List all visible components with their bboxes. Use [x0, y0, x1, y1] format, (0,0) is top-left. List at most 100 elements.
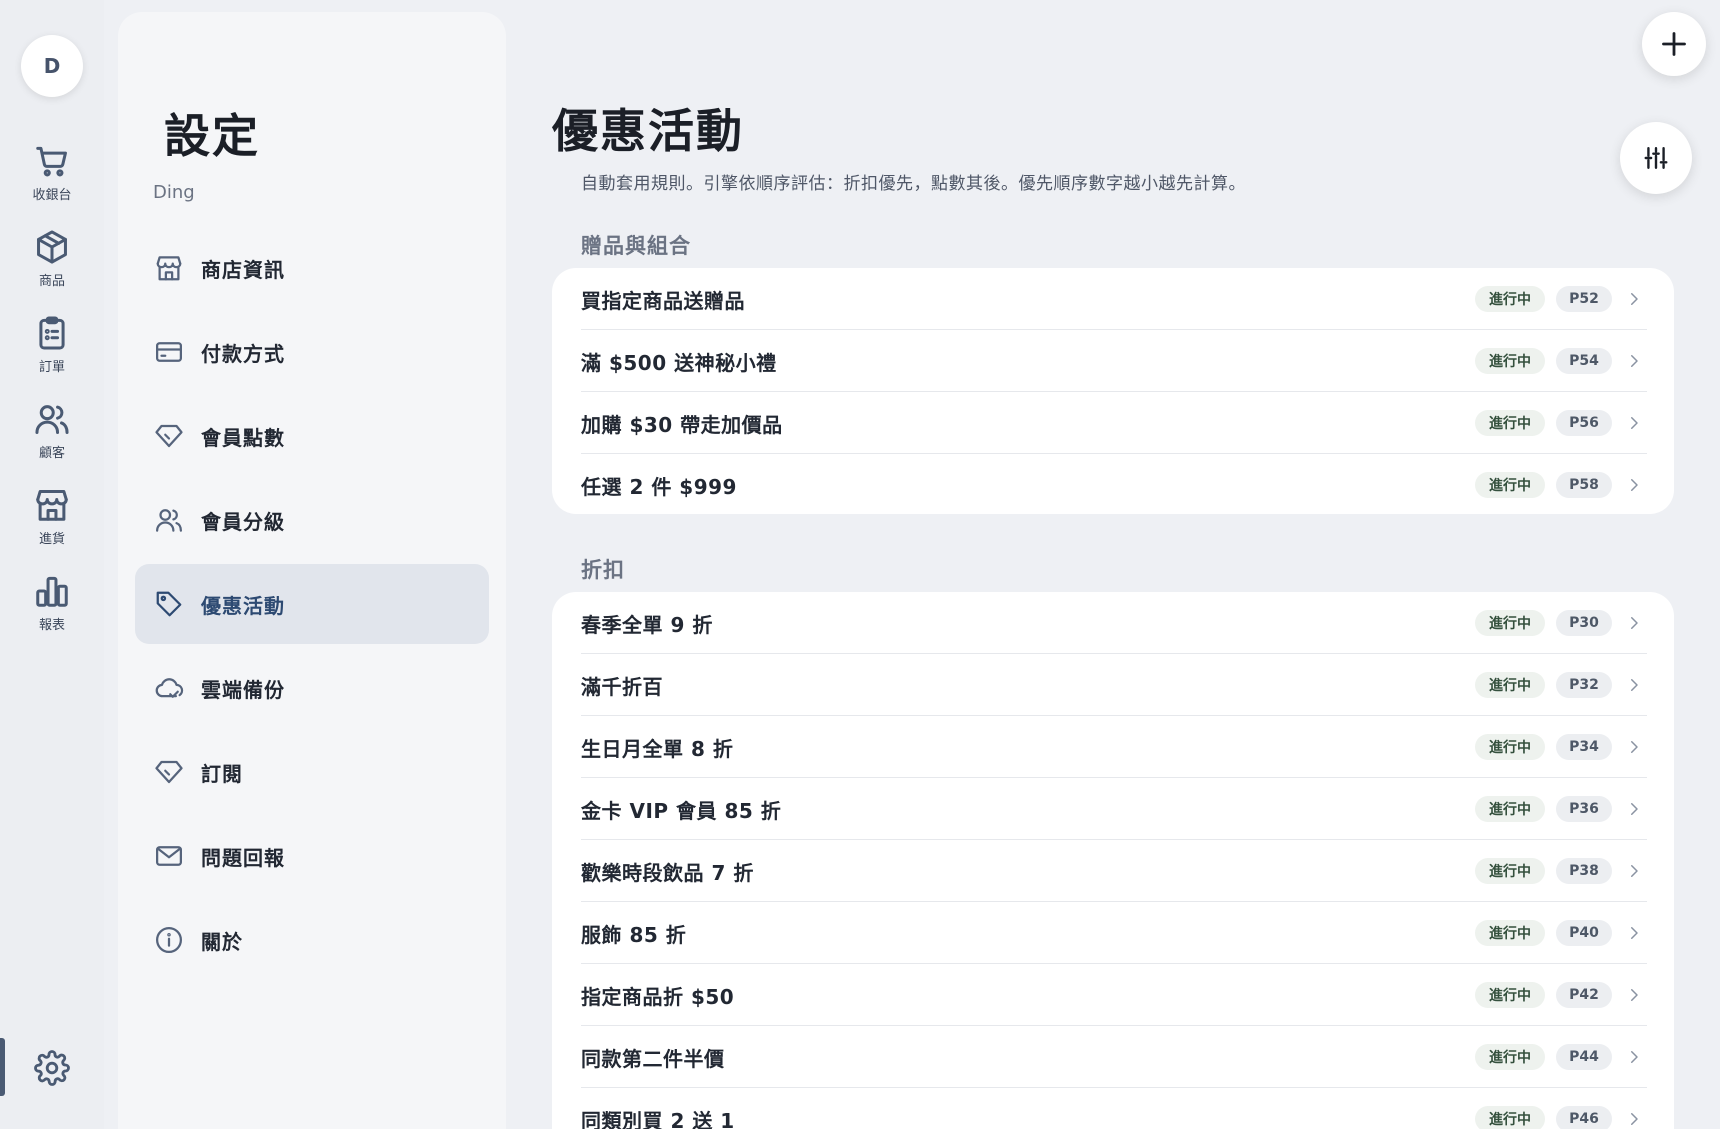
chevron-right-icon: [1631, 865, 1638, 877]
promo-row[interactable]: 春季全單 9 折 進行中 P30: [581, 592, 1647, 654]
settings-item-backup[interactable]: 雲端備份: [135, 648, 489, 728]
chevron-right-icon: [1631, 479, 1638, 491]
box-icon: [37, 230, 67, 264]
status-badge: 進行中: [1475, 982, 1545, 1008]
nav-rail: D 收銀台 商品 訂單 顧客 進貨 報表: [0, 0, 104, 1129]
rail-item-pos[interactable]: 收銀台: [0, 142, 104, 218]
settings-item-about[interactable]: 關於: [135, 900, 489, 980]
settings-item-label: 優惠活動: [201, 593, 285, 618]
settings-item-feedback[interactable]: 問題回報: [135, 816, 489, 896]
promo-row[interactable]: 同類別買 2 送 1 進行中 P46: [581, 1088, 1647, 1129]
promo-title: 任選 2 件 $999: [581, 474, 737, 499]
priority-badge: P42: [1556, 982, 1612, 1008]
status-badge: 進行中: [1475, 920, 1545, 946]
settings-item-label: 商店資訊: [201, 257, 285, 282]
page-description: 自動套用規則。引擎依順序評估：折扣優先，點數其後。優先順序數字越小越先計算。: [581, 174, 1246, 194]
diamond-icon: [155, 424, 183, 448]
promo-row[interactable]: 滿千折百 進行中 P32: [581, 654, 1647, 716]
plus-icon: [1662, 32, 1686, 56]
chevron-right-icon: [1631, 989, 1638, 1001]
promo-title: 滿 $500 送神秘小禮: [581, 350, 777, 375]
rail-item-customers[interactable]: 顧客: [0, 400, 104, 476]
settings-item-label: 會員點數: [201, 425, 285, 450]
rail-item-label: 顧客: [38, 446, 65, 461]
settings-item-label: 關於: [201, 929, 243, 954]
priority-badge: P44: [1556, 1044, 1612, 1070]
settings-item-label: 問題回報: [201, 845, 285, 870]
rail-item-label: 收銀台: [32, 188, 72, 203]
section-heading-discounts: 折扣: [581, 558, 625, 582]
rail-item-label: 報表: [38, 618, 65, 633]
clipboard-icon: [39, 316, 65, 350]
promo-title: 生日月全單 8 折: [581, 736, 734, 761]
settings-item-label: 訂閱: [201, 761, 243, 786]
priority-badge: P34: [1556, 734, 1612, 760]
settings-item-label: 雲端備份: [201, 677, 285, 702]
priority-badge: P30: [1556, 610, 1612, 636]
priority-badge: P40: [1556, 920, 1612, 946]
discounts-card: 春季全單 9 折 進行中 P30 滿千折百 進行中 P32 生日月全單 8 折 …: [552, 592, 1674, 1129]
chevron-right-icon: [1631, 803, 1638, 815]
page-title: 優惠活動: [552, 104, 744, 158]
chevron-right-icon: [1631, 927, 1638, 939]
priority-badge: P36: [1556, 796, 1612, 822]
rail-item-label: 訂單: [38, 360, 65, 375]
bar-chart-icon: [36, 576, 68, 607]
status-badge: 進行中: [1475, 1044, 1545, 1070]
promo-row[interactable]: 加購 $30 帶走加價品 進行中 P56: [581, 392, 1647, 454]
promo-row[interactable]: 滿 $500 送神秘小禮 進行中 P54: [581, 330, 1647, 392]
promo-title: 歡樂時段飲品 7 折: [581, 860, 754, 885]
status-badge: 進行中: [1475, 410, 1545, 436]
promo-title: 同款第二件半價: [581, 1046, 725, 1071]
status-badge: 進行中: [1475, 734, 1545, 760]
promo-title: 指定商品折 $50: [581, 984, 735, 1009]
settings-item-subscription[interactable]: 訂閱: [135, 732, 489, 812]
settings-item-points[interactable]: 會員點數: [135, 396, 489, 476]
cart-icon: [36, 146, 67, 177]
promo-row[interactable]: 生日月全單 8 折 進行中 P34: [581, 716, 1647, 778]
promo-row[interactable]: 金卡 VIP 會員 85 折 進行中 P36: [581, 778, 1647, 840]
users-icon: [35, 405, 69, 434]
chevron-right-icon: [1631, 417, 1638, 429]
settings-item-store-info[interactable]: 商店資訊: [135, 228, 489, 308]
settings-item-promotions[interactable]: 優惠活動: [135, 564, 489, 644]
tag-icon: [156, 591, 182, 617]
rail-item-orders[interactable]: 訂單: [0, 314, 104, 390]
active-indicator: [0, 1038, 5, 1096]
priority-badge: P58: [1556, 472, 1612, 498]
promo-row[interactable]: 歡樂時段飲品 7 折 進行中 P38: [581, 840, 1647, 902]
rail-item-products[interactable]: 商品: [0, 228, 104, 304]
status-badge: 進行中: [1475, 286, 1545, 312]
promo-row[interactable]: 買指定商品送贈品 進行中 P52: [581, 268, 1647, 330]
users-icon: [156, 509, 182, 532]
status-badge: 進行中: [1475, 796, 1545, 822]
gear-icon: [34, 1050, 70, 1086]
add-promotion-button[interactable]: [1642, 12, 1706, 76]
settings-item-label: 會員分級: [201, 509, 285, 534]
chevron-right-icon: [1631, 355, 1638, 367]
priority-badge: P38: [1556, 858, 1612, 884]
status-badge: 進行中: [1475, 1106, 1545, 1129]
promo-title: 滿千折百: [581, 674, 663, 699]
filter-button[interactable]: [1620, 122, 1692, 194]
avatar[interactable]: D: [21, 35, 83, 97]
promo-row[interactable]: 服飾 85 折 進行中 P40: [581, 902, 1647, 964]
priority-badge: P52: [1556, 286, 1612, 312]
promo-row[interactable]: 同款第二件半價 進行中 P44: [581, 1026, 1647, 1088]
rail-item-settings[interactable]: [0, 1038, 104, 1098]
rail-item-reports[interactable]: 報表: [0, 572, 104, 648]
status-badge: 進行中: [1475, 610, 1545, 636]
promo-title: 春季全單 9 折: [581, 612, 713, 637]
promo-title: 加購 $30 帶走加價品: [581, 412, 783, 437]
chevron-right-icon: [1631, 741, 1638, 753]
settings-item-tiers[interactable]: 會員分級: [135, 480, 489, 560]
chevron-right-icon: [1631, 1113, 1638, 1125]
store-icon: [36, 490, 68, 521]
rail-item-label: 進貨: [38, 532, 65, 547]
diamond-icon: [155, 760, 183, 784]
settings-item-payment[interactable]: 付款方式: [135, 312, 489, 392]
rail-item-purchasing[interactable]: 進貨: [0, 486, 104, 562]
promo-row[interactable]: 任選 2 件 $999 進行中 P58: [581, 454, 1647, 516]
promo-row[interactable]: 指定商品折 $50 進行中 P42: [581, 964, 1647, 1026]
promo-title: 服飾 85 折: [581, 922, 687, 947]
